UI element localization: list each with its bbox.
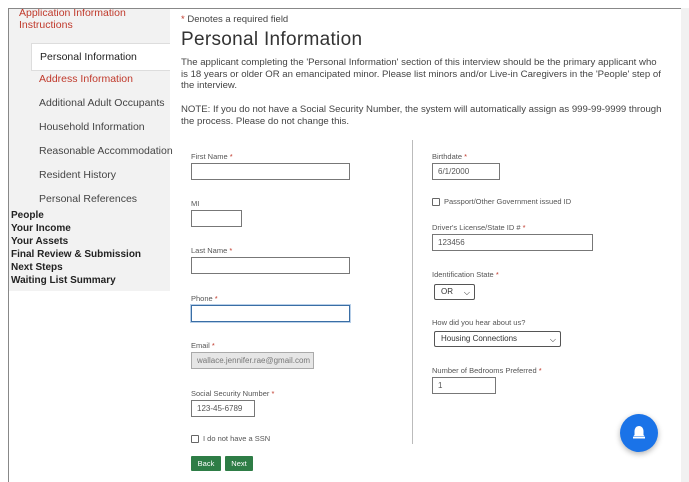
chevron-down-icon: ⌵ — [549, 335, 556, 344]
email-label: Email * — [191, 341, 215, 350]
sidebar-section-waiting-list[interactable]: Waiting List Summary — [11, 275, 116, 286]
sidebar-item-reasonable-accommodation[interactable]: Reasonable Accommodation — [39, 145, 173, 157]
column-divider — [412, 140, 413, 444]
mi-input[interactable] — [191, 210, 242, 227]
heard-about-label: How did you hear about us? — [432, 318, 526, 327]
passport-label: Passport/Other Government issued ID — [444, 197, 572, 206]
id-state-label: Identification State * — [432, 270, 499, 279]
phone-input[interactable] — [191, 305, 350, 322]
page-title: Personal Information — [181, 29, 363, 50]
sidebar-item-household-information[interactable]: Household Information — [39, 121, 145, 133]
mi-label: MI — [191, 199, 200, 208]
back-button[interactable]: Back — [191, 456, 221, 471]
help-fab-button[interactable] — [620, 414, 658, 452]
sidebar-item-address-information[interactable]: Address Information — [39, 73, 133, 85]
sidebar-item-resident-history[interactable]: Resident History — [39, 169, 116, 181]
first-name-input[interactable] — [191, 163, 350, 180]
birthdate-label: Birthdate * — [432, 152, 468, 161]
vertical-scrollbar[interactable] — [681, 8, 689, 482]
sidebar-item-additional-adult-occupants[interactable]: Additional Adult Occupants — [39, 97, 165, 109]
required-note-text: Denotes a required field — [187, 14, 289, 25]
sidebar-section-assets[interactable]: Your Assets — [11, 236, 68, 247]
id-state-value: OR — [441, 287, 453, 296]
id-state-select[interactable]: OR ⌵ — [434, 284, 475, 300]
email-input[interactable]: wallace.jennifer.rae@gmail.com — [191, 352, 314, 369]
sidebar-section-people[interactable]: People — [11, 210, 44, 221]
sidebar-item-personal-information[interactable]: Personal Information — [31, 43, 170, 71]
no-ssn-label: I do not have a SSN — [203, 434, 271, 443]
phone-label: Phone * — [191, 294, 218, 303]
birthdate-input[interactable]: 6/1/2000 — [432, 163, 500, 180]
sidebar-section-final-review[interactable]: Final Review & Submission — [11, 249, 141, 260]
bedrooms-label: Number of Bedrooms Preferred * — [432, 366, 542, 375]
required-field-note: * Denotes a required field — [181, 14, 288, 25]
required-star: * — [181, 14, 185, 25]
heard-about-value: Housing Connections — [441, 334, 518, 343]
heard-about-select[interactable]: Housing Connections ⌵ — [434, 331, 561, 347]
ssn-input[interactable]: 123-45-6789 — [191, 400, 255, 417]
sidebar-item-application-instructions[interactable]: Application Information Instructions — [19, 9, 169, 31]
drivers-license-label: Driver's License/State ID # * — [432, 223, 526, 232]
sidebar-section-next-steps[interactable]: Next Steps — [11, 262, 63, 273]
next-button[interactable]: Next — [225, 456, 253, 471]
ssn-label: Social Security Number * — [191, 389, 275, 398]
drivers-license-input[interactable]: 123456 — [432, 234, 593, 251]
no-ssn-checkbox[interactable] — [191, 435, 199, 443]
intro-paragraph: The applicant completing the 'Personal I… — [181, 57, 661, 91]
chevron-down-icon: ⌵ — [463, 288, 470, 297]
bedrooms-input[interactable]: 1 — [432, 377, 496, 394]
sidebar-item-personal-references[interactable]: Personal References — [39, 193, 137, 205]
last-name-label: Last Name * — [191, 246, 233, 255]
passport-checkbox[interactable] — [432, 198, 440, 206]
last-name-input[interactable] — [191, 257, 350, 274]
bell-icon — [633, 426, 645, 439]
ssn-note: NOTE: If you do not have a Social Securi… — [181, 104, 662, 127]
first-name-label: First Name * — [191, 152, 233, 161]
sidebar-section-income[interactable]: Your Income — [11, 223, 71, 234]
